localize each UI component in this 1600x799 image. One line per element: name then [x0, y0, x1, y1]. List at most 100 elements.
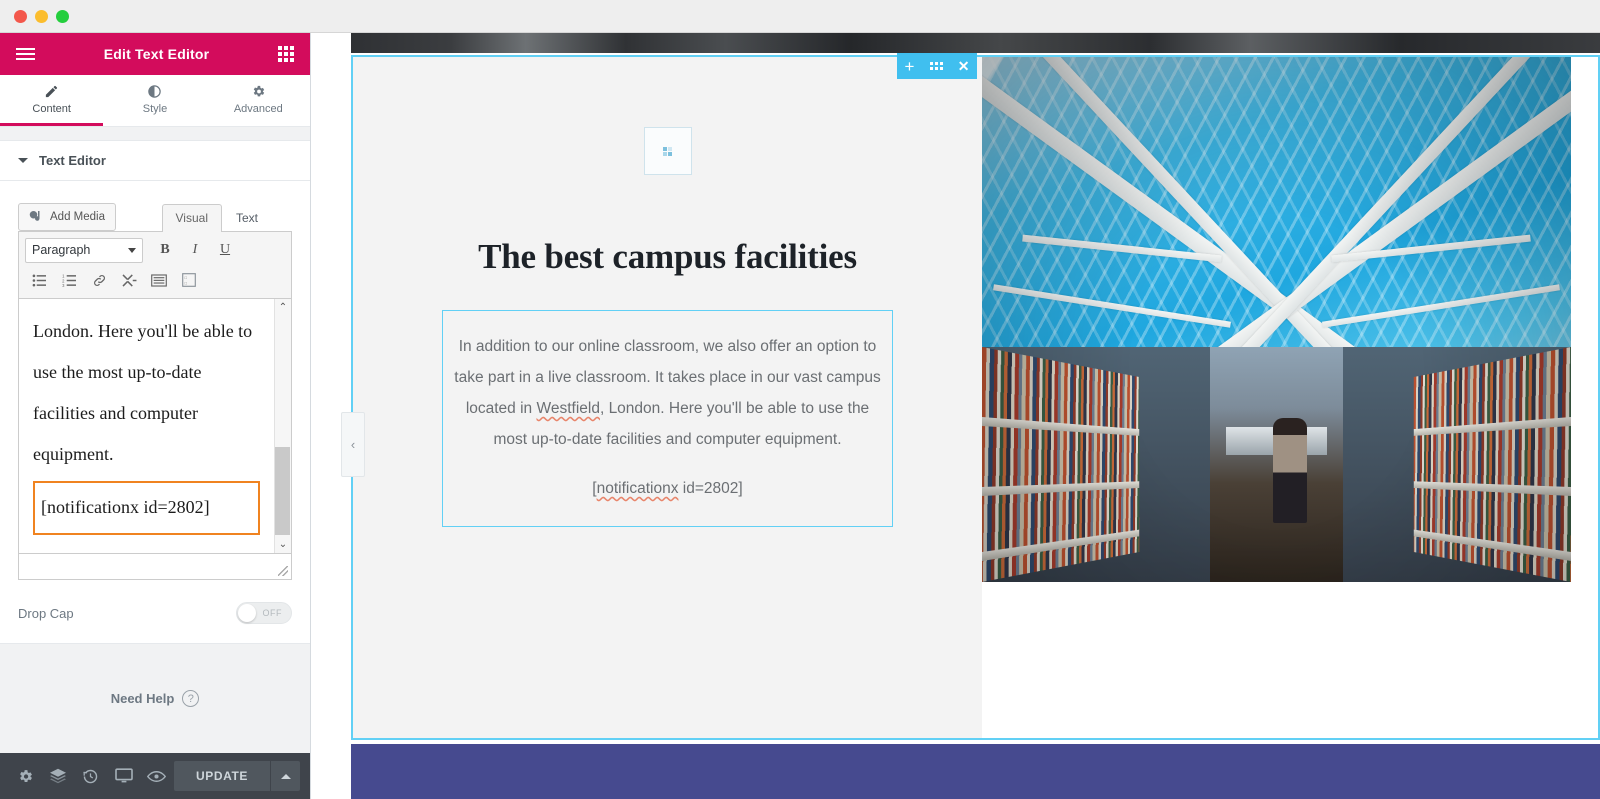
- caret-up-icon: [280, 773, 291, 779]
- shortcode-attrs: id=2802]: [678, 480, 743, 497]
- window-close-button[interactable]: [14, 9, 27, 23]
- settings-icon[interactable]: [10, 753, 41, 799]
- section-title: Text Editor: [39, 153, 106, 168]
- tab-text[interactable]: Text: [222, 204, 272, 232]
- column-left[interactable]: The best campus facilities In addition t…: [353, 57, 982, 738]
- format-select-value: Paragraph: [32, 243, 91, 257]
- window-minimize-button[interactable]: [35, 9, 48, 23]
- drag-section-handle[interactable]: [929, 62, 943, 70]
- format-select[interactable]: Paragraph: [25, 237, 143, 263]
- svg-text:3: 3: [62, 283, 65, 287]
- delete-section-button[interactable]: ✕: [958, 59, 970, 73]
- app-root: Edit Text Editor Content Style Advanced …: [0, 0, 1600, 799]
- update-options-button[interactable]: [270, 761, 301, 791]
- history-icon[interactable]: [76, 753, 107, 799]
- next-section-purple-band: [351, 744, 1600, 799]
- text-editor-widget[interactable]: In addition to our online classroom, we …: [442, 310, 893, 527]
- window-title-bar: [0, 0, 1600, 33]
- library-interior-photo: [982, 57, 1571, 582]
- misspelled-word: Westfield: [536, 400, 600, 417]
- svg-text:□: □: [185, 275, 188, 280]
- editor-toolbar-row-2: 1 2 3 □ □: [25, 267, 285, 293]
- section-header-text-editor[interactable]: Text Editor: [0, 141, 310, 181]
- italic-button[interactable]: I: [181, 237, 209, 263]
- scroll-up-icon[interactable]: ⌃: [279, 299, 287, 316]
- tab-content[interactable]: Content: [0, 75, 104, 126]
- update-button-group: UPDATE: [173, 761, 301, 791]
- previous-section-image-strip: [351, 33, 1600, 53]
- widget-placeholder[interactable]: [643, 127, 692, 175]
- widget-paragraph: In addition to our online classroom, we …: [449, 331, 886, 455]
- editor-shortcode-block[interactable]: [notificationx id=2802]: [33, 481, 260, 535]
- tab-advanced[interactable]: Advanced: [207, 75, 310, 126]
- caret-down-icon: [18, 158, 28, 163]
- elementor-panel: Edit Text Editor Content Style Advanced …: [0, 33, 311, 799]
- chevron-down-icon: [128, 247, 136, 253]
- numbered-list-button[interactable]: 1 2 3: [55, 267, 83, 293]
- tab-visual[interactable]: Visual: [161, 204, 222, 232]
- update-button[interactable]: UPDATE: [173, 761, 271, 791]
- shortcode-name: notificationx: [596, 480, 679, 497]
- drop-cap-toggle[interactable]: OFF: [236, 602, 292, 624]
- toggle-knob: [238, 604, 256, 622]
- panel-header: Edit Text Editor: [0, 33, 310, 75]
- svg-text:□: □: [185, 280, 188, 285]
- editor-toolbar-row-1: Paragraph B I U: [25, 237, 285, 263]
- photo-vignette: [982, 57, 1571, 582]
- editor-textarea[interactable]: London. Here you'll be able to use the m…: [19, 299, 274, 553]
- editor-paragraph: London. Here you'll be able to use the m…: [33, 321, 253, 464]
- tab-style[interactable]: Style: [103, 75, 206, 126]
- question-circle-icon: ?: [182, 690, 200, 707]
- preview-changes-icon[interactable]: [141, 753, 172, 799]
- editor-shortcode-text: [notificationx id=2802]: [41, 497, 210, 517]
- need-help-label: Need Help: [110, 691, 175, 706]
- scroll-down-icon[interactable]: ⌄: [279, 536, 287, 553]
- underline-button[interactable]: U: [211, 237, 239, 263]
- panel-divider: [0, 127, 310, 141]
- hamburger-icon[interactable]: [16, 48, 35, 60]
- editor-resize-handle[interactable]: [278, 566, 288, 576]
- insert-link-button[interactable]: [85, 267, 113, 293]
- editor-textarea-wrapper: London. Here you'll be able to use the m…: [18, 299, 292, 554]
- add-section-button[interactable]: +: [905, 58, 915, 75]
- drop-cap-label: Drop Cap: [18, 605, 74, 621]
- bulleted-list-button[interactable]: [25, 267, 53, 293]
- fullscreen-button[interactable]: □ □: [175, 267, 203, 293]
- need-help-link[interactable]: Need Help ?: [0, 643, 310, 753]
- toolbar-toggle-button[interactable]: [145, 267, 173, 293]
- panel-collapse-handle[interactable]: ‹: [341, 412, 365, 477]
- read-more-button[interactable]: [115, 267, 143, 293]
- add-media-label: Add Media: [50, 211, 105, 223]
- drop-cap-state: OFF: [262, 608, 282, 618]
- tab-content-label: Content: [32, 102, 71, 115]
- editor-toolbar: Paragraph B I U 1 2 3 □ □: [18, 231, 292, 299]
- pencil-icon: [46, 85, 58, 97]
- navigator-icon[interactable]: [43, 753, 74, 799]
- window-zoom-button[interactable]: [56, 9, 69, 23]
- widget-shortcode: [notificationx id=2802]: [449, 473, 886, 504]
- editor-scrollbar-thumb[interactable]: [275, 447, 290, 535]
- section-toolbar: + ✕: [897, 53, 977, 79]
- editor-status-bar: [18, 554, 292, 580]
- tab-style-label: Style: [142, 102, 168, 115]
- wp-editor-top: Add Media Visual Text: [18, 201, 292, 232]
- bold-button[interactable]: B: [151, 237, 179, 263]
- page-heading: The best campus facilities: [478, 237, 857, 276]
- column-right[interactable]: [982, 57, 1598, 738]
- responsive-mode-icon[interactable]: [108, 753, 139, 799]
- wp-mode-tabs: Visual Text: [161, 203, 272, 232]
- tab-advanced-label: Advanced: [233, 102, 283, 115]
- widget-placeholder-icon: [663, 146, 672, 156]
- section-container[interactable]: The best campus facilities In addition t…: [341, 55, 1600, 740]
- drop-cap-control: Drop Cap OFF: [18, 602, 292, 624]
- panel-body: Add Media Visual Text Paragraph B I U 1 …: [0, 181, 310, 643]
- grid-icon[interactable]: [277, 46, 294, 62]
- gear-icon: [253, 85, 264, 96]
- panel-title: Edit Text Editor: [103, 46, 210, 62]
- contrast-icon: [148, 84, 162, 98]
- preview-canvas: + ✕ The best campus facilities In additi…: [311, 33, 1600, 799]
- panel-tabs: Content Style Advanced: [0, 75, 310, 127]
- panel-footer: UPDATE: [0, 753, 310, 799]
- add-media-button[interactable]: Add Media: [18, 203, 116, 231]
- media-icon: [29, 211, 40, 221]
